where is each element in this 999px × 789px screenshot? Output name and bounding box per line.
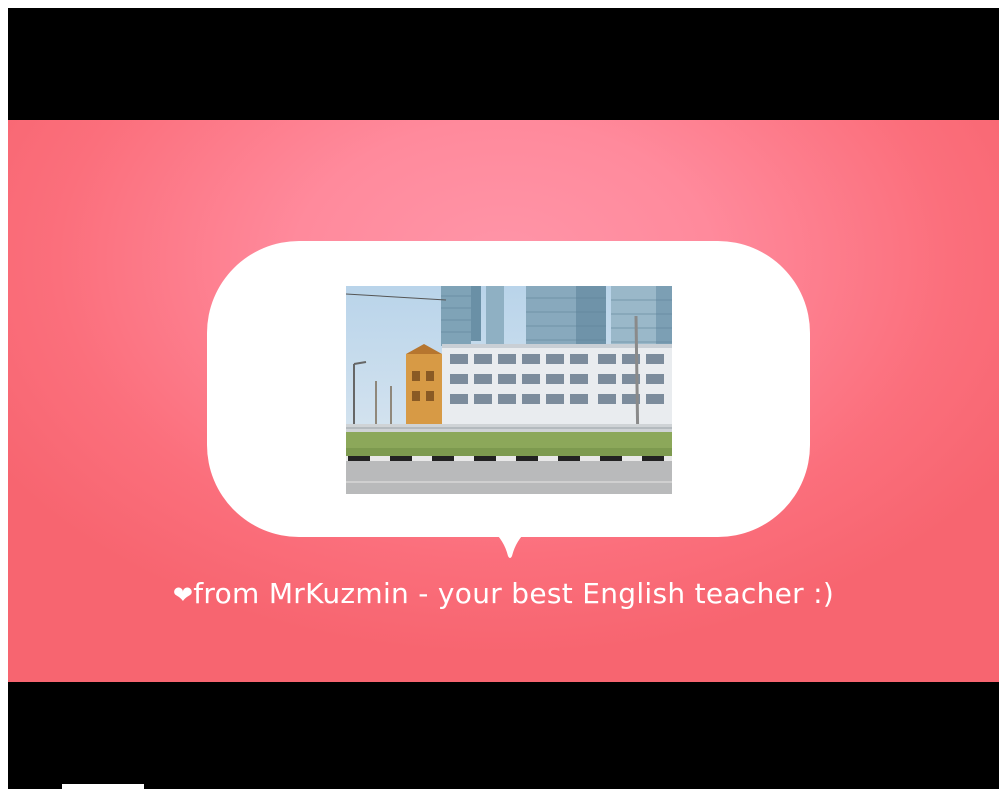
heart-icon: ❤ <box>172 581 194 609</box>
player-control-button[interactable] <box>62 784 144 789</box>
video-caption: ❤from MrKuzmin - your best English teach… <box>158 576 849 613</box>
caption-text: from MrKuzmin - your best English teache… <box>193 577 835 610</box>
player-controls-bar <box>8 682 999 789</box>
speech-bubble-tail <box>492 530 528 558</box>
speech-bubble <box>207 241 810 537</box>
school-building-photo <box>346 286 672 494</box>
video-player[interactable]: ❤from MrKuzmin - your best English teach… <box>8 8 999 789</box>
video-slide: ❤from MrKuzmin - your best English teach… <box>8 120 999 682</box>
